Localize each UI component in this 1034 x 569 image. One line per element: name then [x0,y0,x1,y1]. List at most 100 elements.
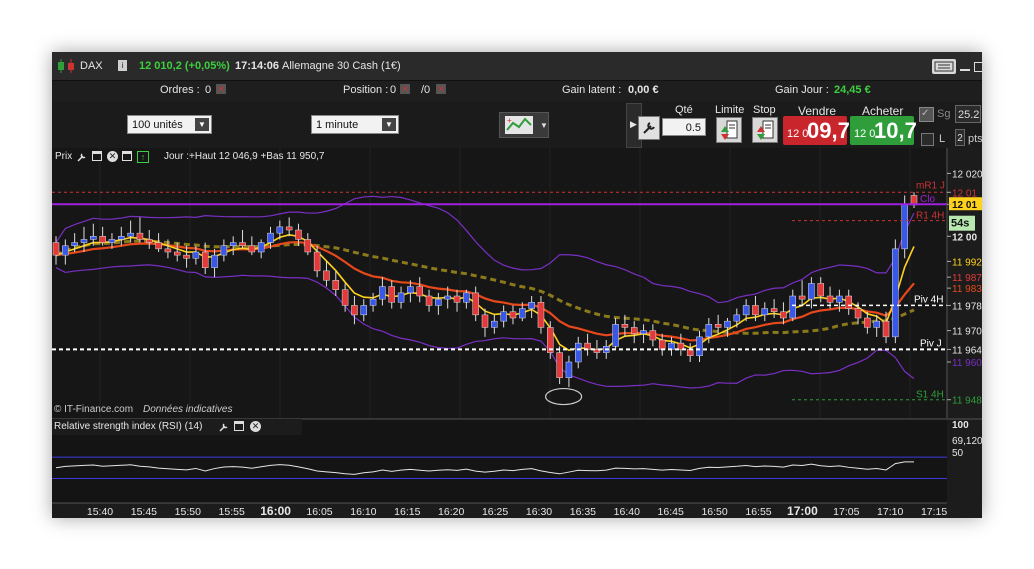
day-range: Jour :+Haut 12 046,9 +Bas 11 950,7 [164,151,325,162]
units-select[interactable]: 100 unités ▼ [127,115,212,134]
candle-body [826,295,834,303]
candle-body [379,286,386,300]
settings-button[interactable] [638,116,660,140]
chevron-right-icon: ▶ [630,119,637,129]
candle-body [118,236,125,240]
candle-body [304,239,312,253]
sg-label: Sg [937,108,951,120]
sell-price-prefix: 12 0 [787,128,809,140]
candle-body [453,295,461,303]
candle-body [229,242,237,246]
window-icon[interactable] [92,151,102,161]
candle-body [248,245,256,253]
wrench-icon[interactable] [76,151,88,163]
position-label: Position : [343,84,389,96]
instrument-description: Allemagne 30 Cash (1€) [282,60,401,72]
instrument-name[interactable]: DAX [80,61,103,72]
candle-body [770,308,778,312]
buy-price-main: 10,7 [874,118,917,143]
candle-body [742,305,750,316]
stop-order-button[interactable] [752,117,778,143]
candle-body [360,305,368,316]
candle-body [714,324,722,328]
window-icon[interactable] [234,421,244,431]
candle-body [201,251,209,268]
price-label: 11 983 [952,284,982,295]
candle-body [220,245,228,256]
arrow-up-icon[interactable]: ↑ [137,151,149,163]
candle-body [351,305,358,316]
candle-body [416,286,423,297]
price-chart[interactable]: mR1 J Clo R1 4H Piv 4H Piv J S1 4H 54s 12 020 1… [52,148,982,518]
instrument-bar: DAX i 12 010,2 (+0,05%) 17:14:06 Allemag… [52,52,982,81]
chart-tools-icon: + ▼ [505,116,548,134]
close-icon[interactable]: ✕ [250,421,261,432]
qty-input[interactable]: 0.5 [662,118,706,136]
sg-input[interactable]: 25.2 [955,105,981,123]
price-change: 12 010,2 (+0,05%) [139,60,230,72]
candle-body [752,305,759,316]
rsi-header: Relative strength index (RSI) (14) ✕ [52,419,302,435]
keyboard-icon[interactable] [932,59,956,74]
candle-body [155,242,162,250]
candle-body [295,229,302,240]
candle-body [575,342,582,363]
candle-body [397,292,405,303]
pivot-4h-label: Piv 4H [914,294,943,305]
watermark-note: Données indicatives [143,404,233,415]
cancel-orders-icon[interactable]: ✕ [216,84,226,94]
price-label: 11 978 [952,301,982,312]
time-label: 15:40 [87,506,113,518]
price-label: 12 020 [952,169,982,180]
stop-label: Stop [753,104,776,116]
time-label: 16:10 [350,506,376,518]
position-fraction: /0 [421,84,431,96]
candle-body [211,254,218,268]
sell-button[interactable]: 12 0 09,7 [783,116,850,145]
window-icon-2[interactable] [122,151,132,161]
time-label: 17:15 [921,506,947,518]
candlestick-icon-2 [68,59,74,73]
time-label: 15:45 [131,506,157,518]
time-label: 15:55 [219,506,245,518]
time-label: 16:05 [306,506,332,518]
l-checkbox[interactable] [921,133,934,146]
wrench-icon[interactable] [218,421,230,433]
close-all-icon[interactable]: ✕ [436,84,446,94]
maximize-icon[interactable] [974,62,982,72]
info-icon[interactable]: i [118,60,127,71]
candle-body [108,239,116,243]
pts-input[interactable]: 2 [955,129,965,146]
candle-body [341,289,349,306]
s1-4h-label: S1 4H [916,390,944,401]
sell-price-main: 09,7 [807,118,850,143]
candle-body [192,251,200,259]
time-label: 16:20 [438,506,464,518]
candle-body [257,242,265,253]
candle-body [500,311,507,322]
candle-body [463,292,470,303]
close-position-icon[interactable]: ✕ [400,84,410,94]
buy-button[interactable]: 12 0 10,7 [850,116,917,145]
candle-body [621,324,629,328]
r1-4h-label: R1 4H [916,211,944,222]
interval-select[interactable]: 1 minute ▼ [311,115,399,134]
close-icon[interactable]: ✕ [107,151,118,162]
limit-order-button[interactable] [716,117,742,143]
gain-latent-value: 0,00 € [628,84,659,96]
candle-body [164,248,172,253]
chart-tools-button[interactable]: + ▼ [499,112,549,138]
candle-body [285,226,293,231]
candle-body [90,236,97,240]
minimize-icon[interactable] [960,69,970,71]
candle-body [556,352,563,378]
sg-checkbox[interactable]: ✓ [919,107,934,122]
time-label: 16:50 [701,506,727,518]
mr1-label: mR1 J [916,180,945,191]
countdown-label: 54s [951,218,969,230]
candle-body [267,232,274,243]
limit-order-icon [721,120,738,140]
candle-body [481,314,489,328]
gain-jour-value: 24,45 € [834,84,871,96]
stop-order-icon [757,120,774,140]
